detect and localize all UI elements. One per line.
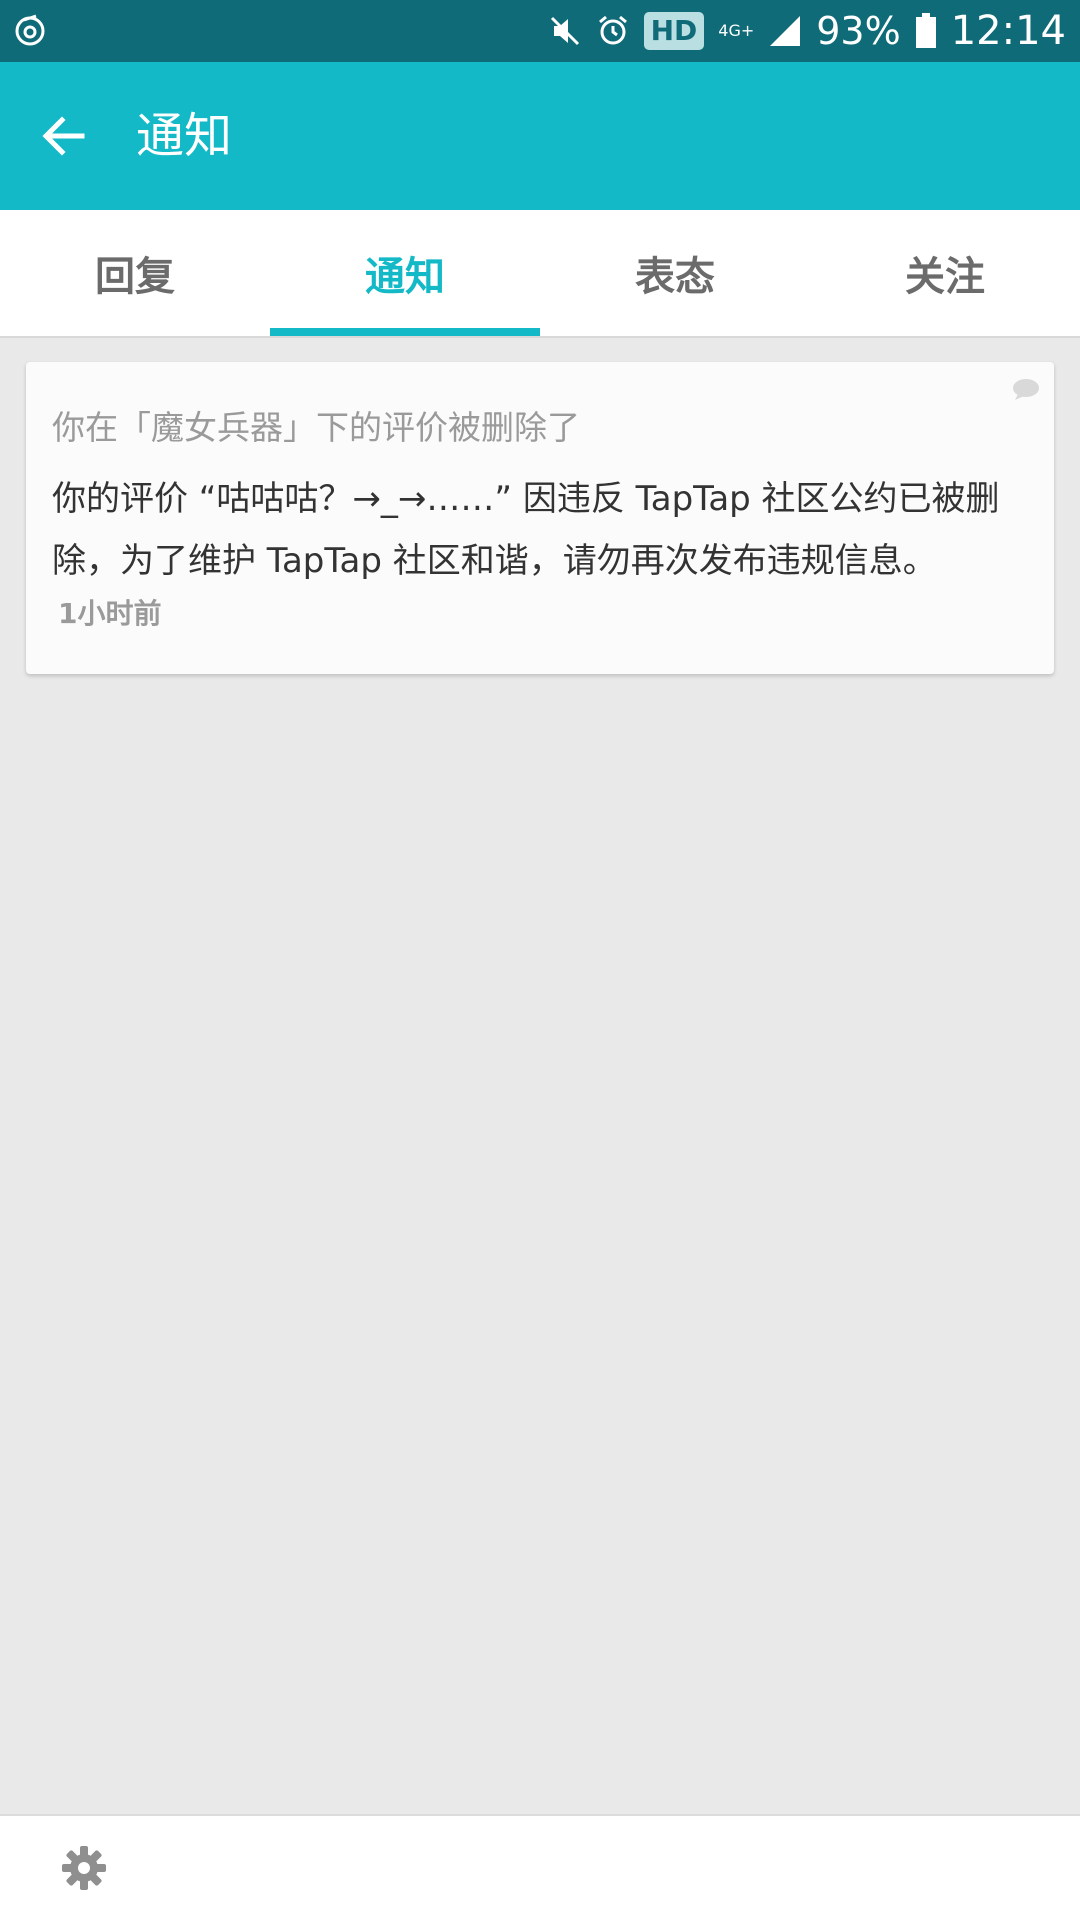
clock: 12:14 [950,8,1066,54]
status-icons: HD 4G+ 93% 12:14 [548,0,1066,62]
app-bar: 通知 [0,62,1080,210]
tab-bar: 回复 通知 表态 关注 [0,210,1080,338]
notification-subtitle: 你在「魔女兵器」下的评价被删除了 [52,408,580,447]
alarm-icon [598,15,627,45]
arrow-left-icon[interactable] [38,110,90,162]
battery-icon [915,13,936,48]
battery-percent: 93% [816,9,901,53]
tab-notifications[interactable]: 通知 [270,210,540,336]
status-bar: HD 4G+ 93% 12:14 [0,0,1080,62]
tab-following[interactable]: 关注 [810,210,1080,336]
notification-body: 你的评价 “咕咕咕？→_→……” 因违反 TapTap 社区公约已被删除，为了维… [52,479,1000,581]
comment-icon [1013,379,1039,400]
hd-badge: HD [643,12,705,50]
notification-time: 1小时前 [58,597,162,630]
app-notification-icon [15,14,45,46]
network-type: 4G+ [718,21,755,40]
notification-card[interactable]: 你在「魔女兵器」下的评价被删除了 你的评价 “咕咕咕？→_→……” 因违反 Ta… [26,362,1054,674]
mute-icon [550,16,579,46]
gear-icon[interactable] [60,1844,108,1892]
tab-reactions[interactable]: 表态 [540,210,810,336]
page-title: 通知 [136,108,233,164]
signal-icon [770,16,801,46]
bottom-bar [0,1814,1080,1922]
tab-replies[interactable]: 回复 [0,210,270,336]
